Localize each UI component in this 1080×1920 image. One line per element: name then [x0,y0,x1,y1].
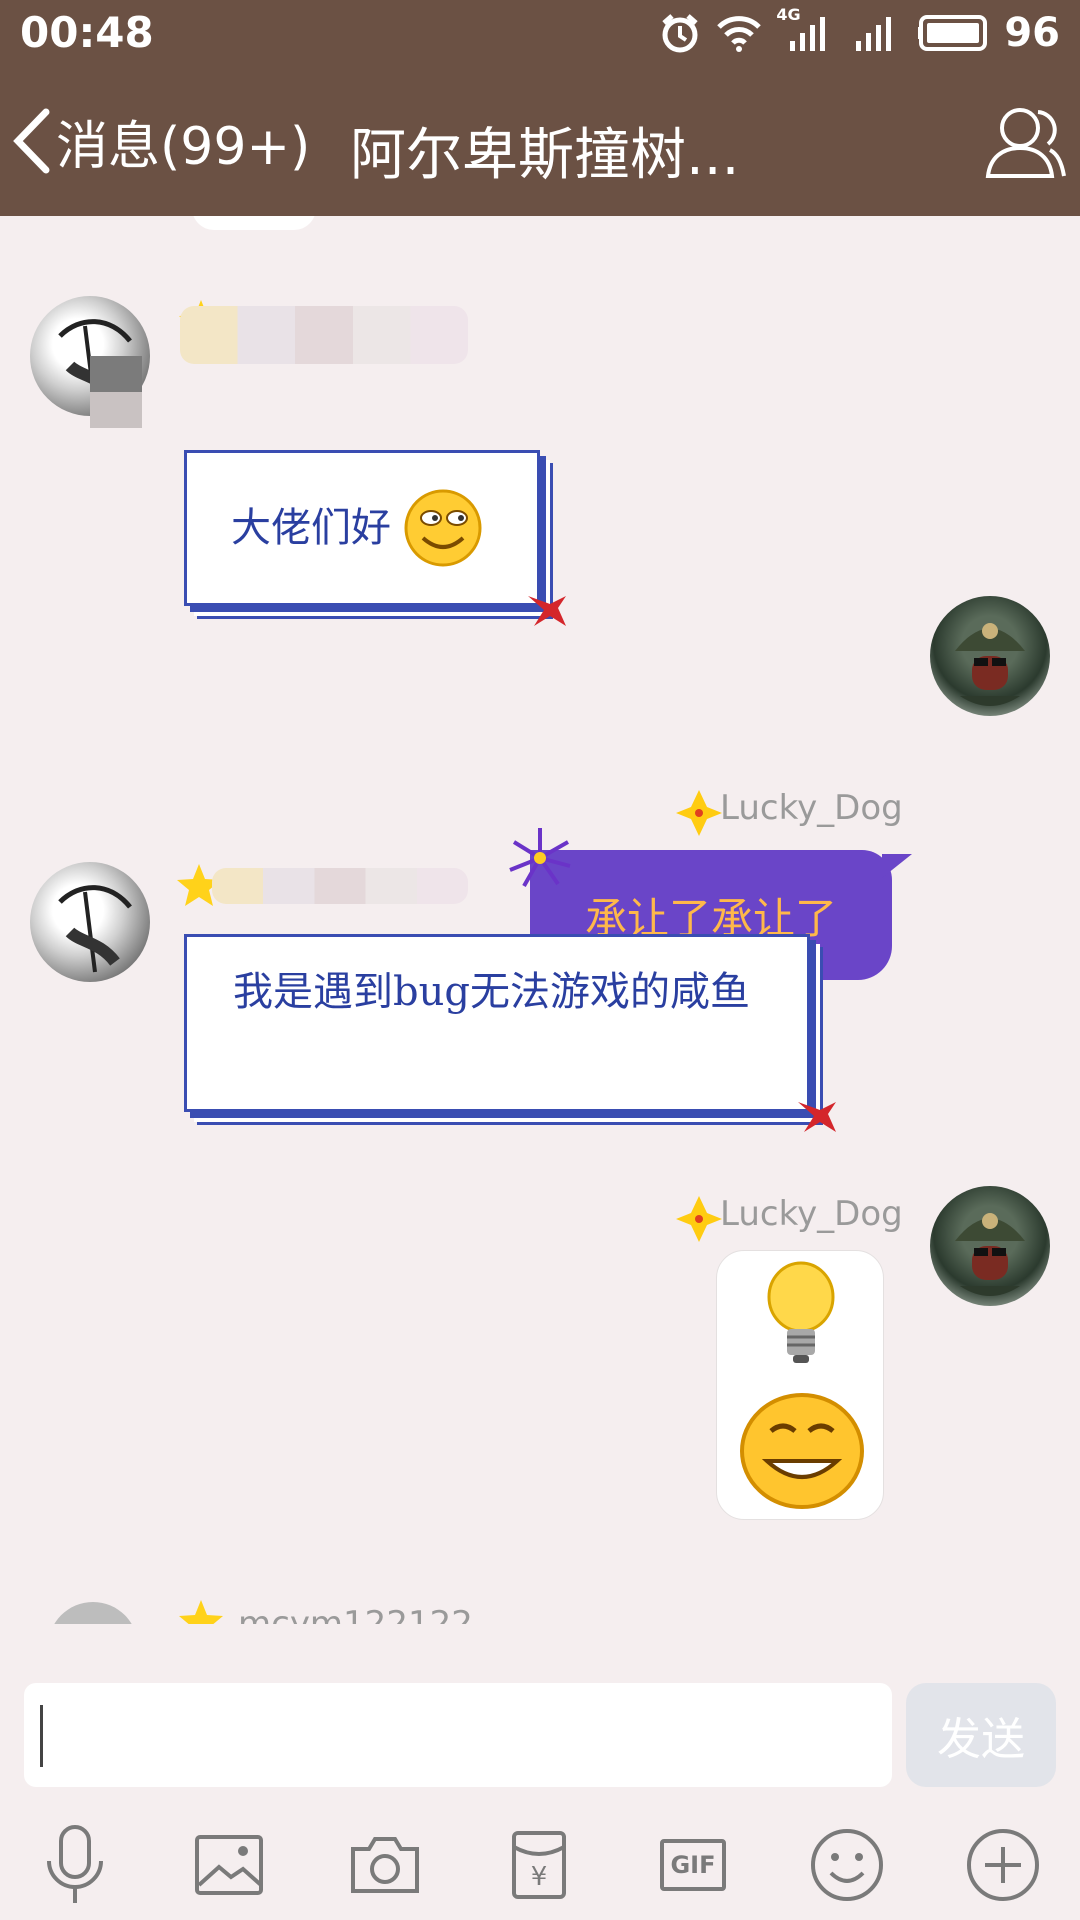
sender-nickname: mcym122122 [238,1604,473,1624]
sender-nickname: Lucky_Dog [720,1194,903,1234]
camera-button[interactable] [342,1820,428,1910]
group-members-icon[interactable] [980,98,1070,188]
message-bubble[interactable]: 大佬们好 [184,450,540,606]
network-type: 4G [776,5,801,24]
ribbon-decoration-icon [798,1102,836,1132]
plus-icon [967,1829,1039,1901]
chat-header: 消息(99+) 阿尔卑斯撞树... [0,66,1080,216]
message-list[interactable]: 大佬们好 Lucky_Dog 承让了承让了 我是遇到bug无法游戏的咸鱼 Luc… [0,216,1080,1624]
sender-avatar[interactable] [30,862,150,982]
message-bubble[interactable]: 我是遇到bug无法游戏的咸鱼 [184,934,810,1112]
back-button[interactable]: 消息(99+) [10,106,311,177]
sender-avatar[interactable] [930,1186,1050,1306]
alarm-icon [662,14,698,53]
signal-icon [856,17,892,51]
sender-avatar[interactable] [48,1602,138,1624]
signal-4g-icon: 4G [776,5,838,55]
message-text: 我是遇到bug无法游戏的咸鱼 [233,969,750,1015]
message-row-partial: mcym122122 [0,1594,1080,1624]
status-time: 00:48 [20,8,154,57]
smiley-emoji-icon [404,489,482,567]
diamond-badge-icon [676,790,722,836]
message-row: 我是遇到bug无法游戏的咸鱼 [0,862,1080,1182]
more-button[interactable] [960,1820,1046,1910]
sender-nickname-blurred [180,306,468,364]
message-input[interactable] [24,1683,892,1787]
red-packet-icon: ¥ [512,1831,566,1899]
battery-level: 96 [1004,10,1060,56]
back-arrow-icon [13,108,50,174]
chat-title: 阿尔卑斯撞树... [350,123,740,188]
emoji-button[interactable] [804,1820,890,1910]
diamond-badge-icon [676,1196,722,1242]
send-button[interactable]: 发送 [906,1683,1056,1787]
composer-toolbar: ¥ GIF [0,1820,1080,1910]
composer: 发送 ¥ GIF [0,1624,1080,1920]
photo-button[interactable] [186,1820,272,1910]
message-row: 大佬们好 [0,296,1080,626]
image-icon [195,1835,263,1895]
status-bar: 00:48 4G 96 [0,0,1080,66]
sender-avatar[interactable] [930,596,1050,716]
sender-nickname: Lucky_Dog [720,788,903,828]
text-caret [40,1705,43,1767]
grinning-emoji-icon [740,1393,864,1509]
partial-bubble-top [192,216,316,230]
sender-nickname-blurred [212,868,468,904]
star-badge-icon [179,1600,223,1624]
lightbulb-icon [767,1261,835,1363]
sticker-message[interactable] [716,1250,884,1520]
pixelated-overlay [90,356,142,428]
back-label: 消息(99+) [56,116,311,177]
battery-icon [918,15,988,51]
emoji-icon [811,1829,883,1901]
status-icons: 4G 96 [658,5,1060,58]
message-text: 大佬们好 [231,505,391,551]
gif-label: GIF [670,1851,716,1879]
wifi-icon [717,16,762,52]
message-row: Lucky_Dog [0,1186,1080,1586]
svg-text:¥: ¥ [531,1862,548,1892]
voice-button[interactable] [32,1820,118,1910]
camera-icon [351,1837,419,1893]
microphone-icon [47,1825,103,1903]
gif-button[interactable]: GIF [650,1820,736,1910]
red-packet-button[interactable]: ¥ [496,1820,582,1910]
gif-icon: GIF [660,1839,726,1891]
